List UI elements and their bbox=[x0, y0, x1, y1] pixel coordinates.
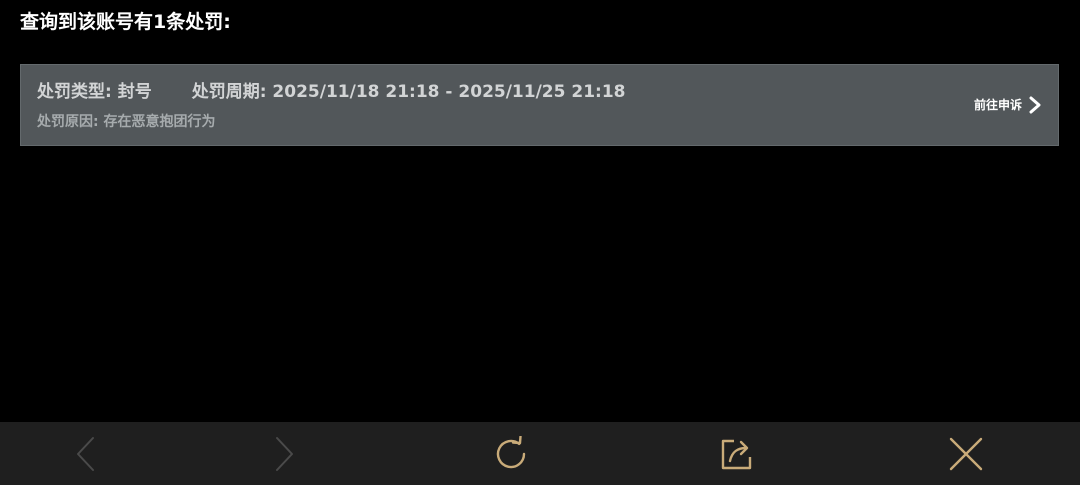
share-icon bbox=[719, 436, 755, 472]
penalty-summary-row: 处罚类型: 封号 处罚周期: 2025/11/18 21:18 - 2025/11… bbox=[37, 80, 625, 104]
back-button[interactable] bbox=[56, 422, 116, 485]
share-button[interactable] bbox=[707, 422, 767, 485]
forward-icon bbox=[272, 436, 296, 472]
appeal-button[interactable]: 前往申诉 bbox=[974, 95, 1042, 115]
close-icon bbox=[948, 436, 984, 472]
chevron-right-icon bbox=[1028, 95, 1042, 115]
bottom-toolbar bbox=[0, 422, 1080, 485]
close-button[interactable] bbox=[936, 422, 996, 485]
appeal-label: 前往申诉 bbox=[973, 98, 1022, 112]
back-icon bbox=[74, 436, 98, 472]
penalty-period: 处罚周期: 2025/11/18 21:18 - 2025/11/25 21:1… bbox=[191, 82, 626, 102]
page-title: 查询到该账号有1条处罚: bbox=[20, 11, 231, 33]
penalty-reason: 处罚原因: 存在恶意抱团行为 bbox=[37, 114, 216, 130]
refresh-button[interactable] bbox=[481, 422, 541, 485]
penalty-card[interactable]: 处罚类型: 封号 处罚周期: 2025/11/18 21:18 - 2025/11… bbox=[20, 64, 1059, 146]
penalty-type: 处罚类型: 封号 bbox=[37, 82, 152, 102]
refresh-icon bbox=[493, 435, 529, 472]
forward-button[interactable] bbox=[254, 422, 314, 485]
page: 查询到该账号有1条处罚: 处罚类型: 封号 处罚周期: 2025/11/18 21… bbox=[0, 0, 1080, 485]
